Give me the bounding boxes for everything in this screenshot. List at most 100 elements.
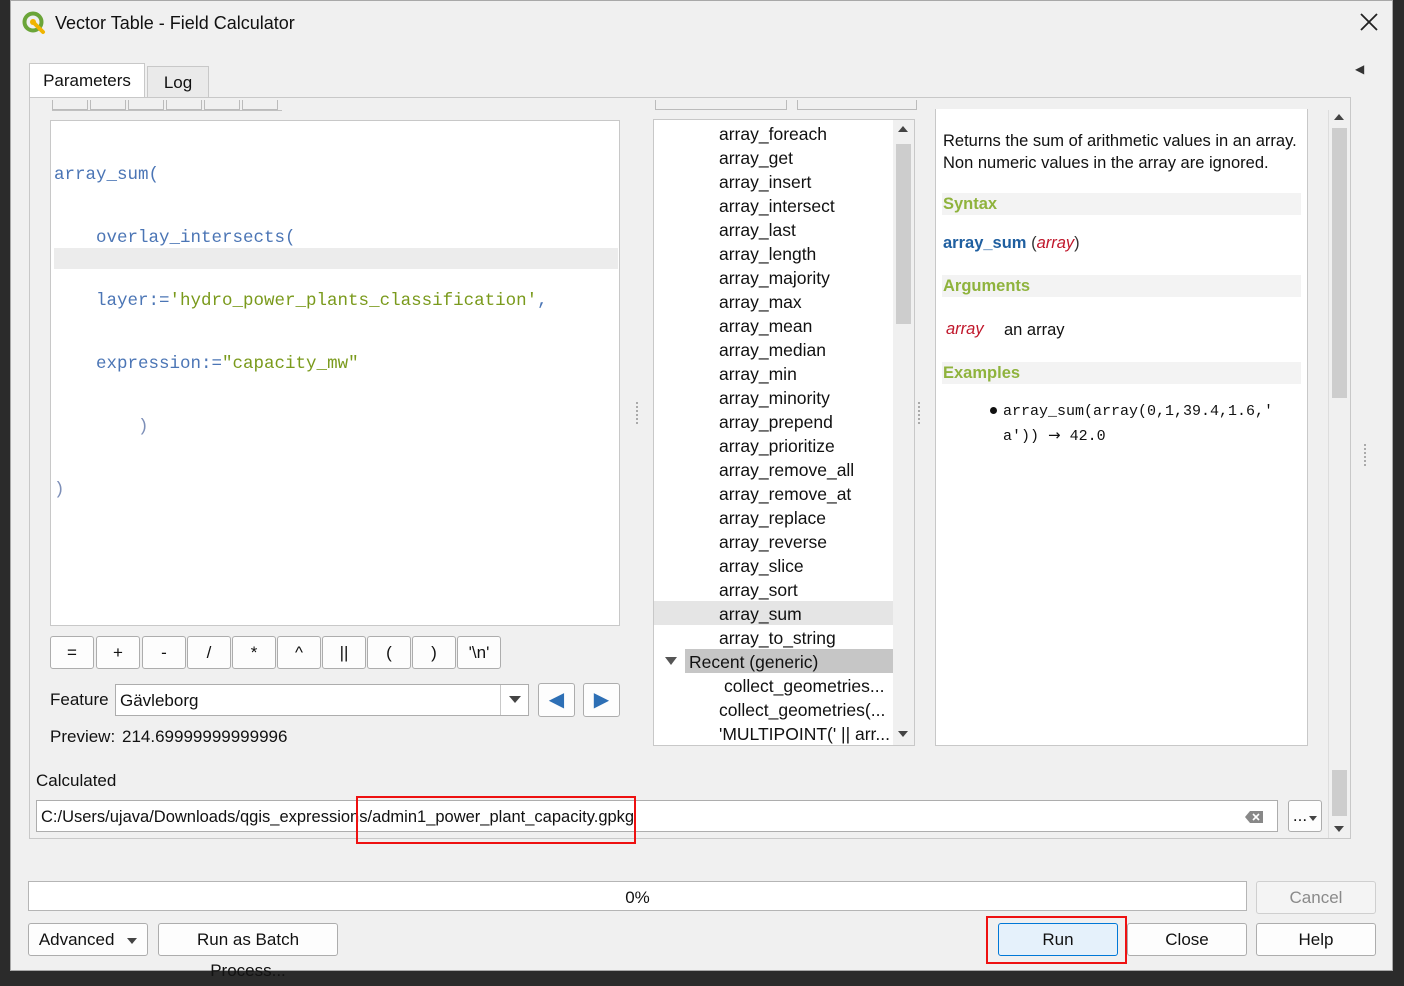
output-label: Calculated — [36, 771, 117, 790]
function-item[interactable]: array_majority — [719, 266, 830, 290]
scroll-up-icon[interactable] — [1334, 114, 1344, 120]
function-item[interactable]: array_median — [719, 338, 826, 362]
filter-remnant — [797, 100, 917, 110]
recent-item[interactable]: collect_geometries(... — [719, 698, 885, 722]
splitter-handle[interactable] — [918, 402, 922, 424]
clear-field-icon[interactable] — [1244, 809, 1264, 823]
function-item[interactable]: array_min — [719, 362, 797, 386]
window-title: Vector Table - Field Calculator — [55, 13, 295, 33]
close-window-icon[interactable] — [1357, 10, 1381, 34]
syntax-line: array_sum (array) — [943, 234, 1080, 252]
tab-parameters[interactable]: Parameters — [29, 63, 145, 98]
expression-editor[interactable]: array_sum( overlay_intersects( layer:='h… — [50, 120, 620, 626]
function-item[interactable]: array_minority — [719, 386, 830, 410]
toolbar-remnant — [52, 100, 282, 111]
operator-close-paren-button[interactable]: ) — [412, 636, 456, 669]
expr-layer-key: layer:= — [96, 291, 170, 311]
function-item[interactable]: array_remove_at — [719, 482, 851, 506]
chevron-down-icon — [1309, 816, 1318, 821]
progress-text: 0% — [625, 888, 650, 907]
expr-comma: , — [537, 291, 548, 311]
annotation-highlight-path — [356, 796, 636, 844]
recent-item[interactable]: 'MULTIPOINT(' || arr... — [719, 722, 890, 746]
tab-log[interactable]: Log — [147, 66, 209, 97]
scroll-down-icon[interactable] — [1334, 826, 1344, 832]
operator-open-paren-button[interactable]: ( — [367, 636, 411, 669]
expr-line-1: array_sum( — [54, 165, 160, 185]
function-item[interactable]: array_sort — [719, 578, 798, 602]
function-item[interactable]: array_intersect — [719, 194, 835, 218]
argument-name: array — [946, 320, 984, 338]
expr-line-5: ) — [138, 417, 149, 437]
combobox-divider — [500, 685, 501, 715]
function-list[interactable]: array_foreach array_get array_insert arr… — [653, 119, 915, 746]
help-button[interactable]: Help — [1256, 923, 1376, 956]
function-item[interactable]: array_last — [719, 218, 796, 242]
chevron-down-icon[interactable] — [509, 696, 521, 703]
function-item[interactable]: array_get — [719, 146, 793, 170]
feature-value: Gävleborg — [120, 691, 199, 710]
run-batch-button[interactable]: Run as Batch Process... — [158, 923, 338, 980]
function-item[interactable]: array_prioritize — [719, 434, 835, 458]
expr-line-2: overlay_intersects( — [96, 228, 296, 248]
feature-combobox[interactable]: Gävleborg — [115, 684, 529, 716]
expand-group-icon[interactable] — [665, 657, 677, 665]
browse-output-button[interactable]: ... — [1288, 800, 1322, 832]
function-item[interactable]: array_insert — [719, 170, 811, 194]
splitter-handle[interactable] — [636, 402, 640, 424]
operator-newline-button[interactable]: '\n' — [457, 636, 501, 669]
function-item[interactable]: array_max — [719, 290, 802, 314]
splitter-handle[interactable] — [1364, 444, 1368, 466]
collapse-panel-icon[interactable]: ◀ — [1355, 62, 1364, 76]
next-feature-button[interactable]: ▶ — [583, 683, 620, 717]
close-button[interactable]: Close — [1127, 923, 1247, 956]
example-result: 42.0 — [1069, 428, 1106, 445]
arrow-left-icon: ◀ — [548, 689, 565, 711]
function-item[interactable]: array_mean — [719, 314, 812, 338]
function-item[interactable]: array_slice — [719, 554, 804, 578]
function-list-scrollbar[interactable] — [893, 120, 914, 745]
operator-divide-button[interactable]: / — [187, 636, 231, 669]
group-recent[interactable]: Recent (generic) — [689, 650, 818, 674]
operator-multiply-button[interactable]: * — [232, 636, 276, 669]
function-item[interactable]: array_prepend — [719, 410, 833, 434]
operator-concat-button[interactable]: || — [322, 636, 366, 669]
chevron-down-icon — [127, 937, 138, 944]
syntax-argument: array — [1036, 234, 1075, 252]
arrow-right-icon: ▶ — [593, 689, 610, 711]
function-item-selected[interactable]: array_sum — [719, 602, 802, 626]
function-item[interactable]: array_reverse — [719, 530, 827, 554]
help-description: Returns the sum of arithmetic values in … — [943, 132, 1297, 172]
scrollbar-lower-thumb — [1332, 770, 1347, 816]
expr-line-6: ) — [54, 480, 65, 500]
scroll-up-icon[interactable] — [898, 126, 908, 132]
recent-item[interactable]: collect_geometries... — [724, 674, 885, 698]
argument-description: an array — [1004, 321, 1065, 339]
scrollbar-thumb[interactable] — [896, 144, 911, 324]
function-item[interactable]: array_remove_all — [719, 458, 854, 482]
advanced-button[interactable]: Advanced — [28, 923, 148, 956]
preview-label: Preview: — [50, 727, 116, 746]
operator-power-button[interactable]: ^ — [277, 636, 321, 669]
operator-plus-button[interactable]: + — [96, 636, 140, 669]
parameters-scrollbar[interactable] — [1328, 110, 1350, 838]
output-path-field[interactable]: C:/Users/ujava/Downloads/qgis_expression… — [36, 800, 1278, 832]
scroll-down-icon[interactable] — [898, 731, 908, 737]
function-item[interactable]: array_length — [719, 242, 816, 266]
scrollbar-thumb[interactable] — [1332, 128, 1347, 398]
function-item[interactable]: array_replace — [719, 506, 826, 530]
examples-heading: Examples — [942, 362, 1301, 384]
previous-feature-button[interactable]: ◀ — [538, 683, 575, 717]
function-item[interactable]: array_to_string — [719, 626, 836, 650]
expression-text[interactable]: array_sum( overlay_intersects( layer:='h… — [54, 123, 548, 543]
operator-equals-button[interactable]: = — [50, 636, 94, 669]
syntax-heading: Syntax — [942, 193, 1301, 215]
qgis-logo-icon — [22, 11, 46, 35]
progress-bar: 0% — [28, 881, 1247, 911]
syntax-function-name: array_sum — [943, 234, 1027, 252]
function-item[interactable]: array_foreach — [719, 122, 827, 146]
cancel-button: Cancel — [1256, 881, 1376, 914]
example-bullet — [990, 407, 997, 414]
operator-minus-button[interactable]: - — [142, 636, 186, 669]
arguments-heading: Arguments — [942, 275, 1301, 297]
